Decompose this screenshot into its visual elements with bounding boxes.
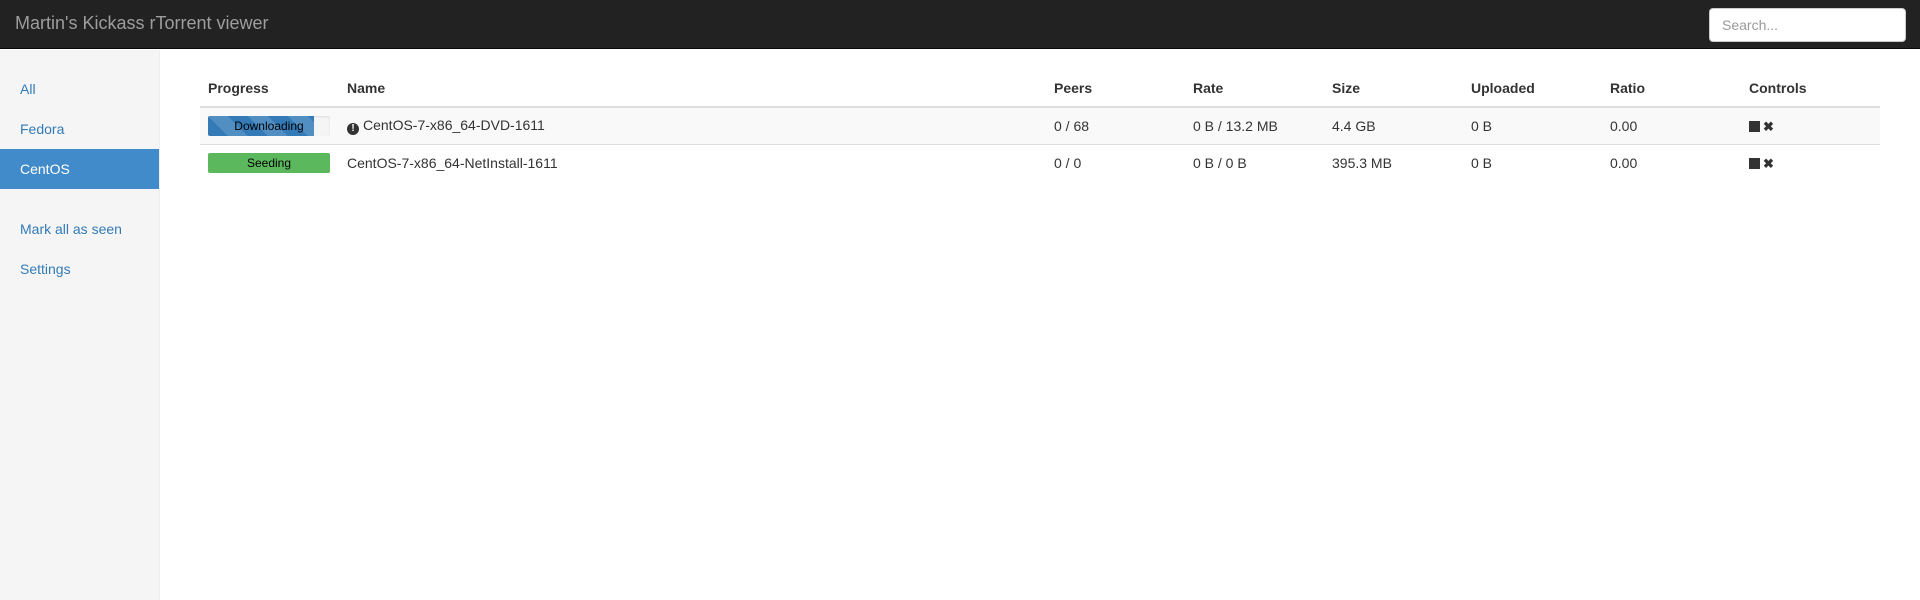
search-input[interactable] [1709,8,1906,42]
progress-bar: Downloading [208,116,330,136]
rate-cell: 0 B / 0 B [1185,144,1324,181]
size-cell: 395.3 MB [1324,144,1463,181]
filter-list: All Fedora CentOS [0,69,159,189]
size-cell: 4.4 GB [1324,106,1463,145]
progress-bar: Seeding [208,153,330,173]
column-header-size[interactable]: Size [1324,70,1463,108]
sidebar-item-fedora[interactable]: Fedora [0,109,159,149]
remove-icon[interactable]: ✖ [1763,157,1774,170]
sidebar: All Fedora CentOS Mark all as seen Setti… [0,50,160,600]
mark-all-seen-link[interactable]: Mark all as seen [0,209,159,249]
column-header-progress[interactable]: Progress [200,70,339,108]
stop-icon[interactable] [1749,121,1760,132]
uploaded-cell: 0 B [1463,144,1602,181]
peers-cell: 0 / 0 [1046,144,1185,181]
column-header-controls: Controls [1741,70,1880,108]
column-header-rate[interactable]: Rate [1185,70,1324,108]
name-cell[interactable]: ! CentOS-7-x86_64-DVD-1611 [339,106,1046,145]
controls-cell: ✖ [1741,144,1880,181]
exclamation-circle-icon: ! [347,123,359,135]
progress-status: Seeding [246,156,292,170]
ratio-cell: 0.00 [1602,106,1741,145]
stop-icon[interactable] [1749,158,1760,169]
table-header-row: Progress Name Peers Rate Size Uploaded R… [200,70,1880,108]
sidebar-item-all[interactable]: All [0,69,159,109]
column-header-uploaded[interactable]: Uploaded [1463,70,1602,108]
column-header-name[interactable]: Name [339,70,1046,108]
ratio-cell: 0.00 [1602,144,1741,181]
table-row[interactable]: Downloading ! CentOS-7-x86_64-DVD-1611 0 … [200,106,1880,145]
top-navbar: Martin's Kickass rTorrent viewer [0,0,1920,49]
name-cell[interactable]: CentOS-7-x86_64-NetInstall-1611 [339,144,1046,181]
column-header-peers[interactable]: Peers [1046,70,1185,108]
rate-cell: 0 B / 13.2 MB [1185,106,1324,145]
table-row[interactable]: Seeding CentOS-7-x86_64-NetInstall-1611 … [200,144,1880,181]
main-content: Progress Name Peers Rate Size Uploaded R… [200,70,1880,181]
remove-icon[interactable]: ✖ [1763,120,1774,133]
settings-link[interactable]: Settings [0,249,159,289]
progress-cell: Seeding [200,144,339,181]
progress-cell: Downloading [200,106,339,145]
torrent-name[interactable]: CentOS-7-x86_64-DVD-1611 [363,117,545,133]
torrent-name[interactable]: CentOS-7-x86_64-NetInstall-1611 [347,155,558,171]
uploaded-cell: 0 B [1463,106,1602,145]
peers-cell: 0 / 68 [1046,106,1185,145]
action-list: Mark all as seen Settings [0,209,159,289]
app-title[interactable]: Martin's Kickass rTorrent viewer [15,13,269,34]
torrent-table: Progress Name Peers Rate Size Uploaded R… [200,70,1880,181]
sidebar-item-centos[interactable]: CentOS [0,149,159,189]
column-header-ratio[interactable]: Ratio [1602,70,1741,108]
progress-status: Downloading [234,119,304,133]
controls-cell: ✖ [1741,106,1880,145]
